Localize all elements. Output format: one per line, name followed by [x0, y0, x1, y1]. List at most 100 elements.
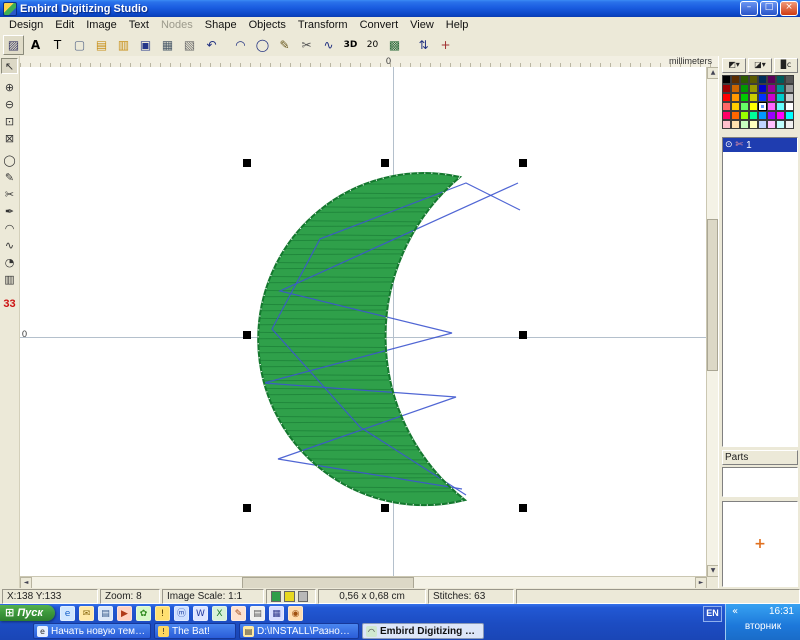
zoom-rect-tool[interactable]: ⊡ — [1, 114, 18, 130]
quicklaunch-notepad-icon[interactable]: ▤ — [250, 606, 265, 621]
arc-tool[interactable]: ◠ — [1, 221, 18, 237]
palette-color-41[interactable] — [731, 120, 740, 129]
pointer-tool[interactable]: ↖ — [1, 58, 18, 74]
quicklaunch-word-icon[interactable]: W — [193, 606, 208, 621]
menu-text[interactable]: Text — [123, 19, 155, 31]
quicklaunch-ie-icon[interactable]: e — [60, 606, 75, 621]
palette-color-13[interactable] — [767, 84, 776, 93]
palette-color-36[interactable] — [758, 111, 767, 120]
palette-color-35[interactable] — [749, 111, 758, 120]
quicklaunch-icq-icon[interactable]: ✿ — [136, 606, 151, 621]
palette-color-33[interactable] — [731, 111, 740, 120]
freehand-button[interactable]: ✎ — [274, 35, 295, 55]
minimize-button[interactable]: – — [740, 1, 758, 16]
task-thebat[interactable]: !The Bat! — [154, 623, 236, 639]
quicklaunch-msn-icon[interactable]: ⓜ — [174, 606, 189, 621]
task-embird[interactable]: ◠Embird Digitizing Stud... — [362, 623, 484, 639]
quicklaunch-media-player-icon[interactable]: ▶ — [117, 606, 132, 621]
cut-button[interactable]: ✂ — [296, 35, 317, 55]
palette-color-10[interactable] — [740, 84, 749, 93]
text-a-button[interactable]: A — [25, 35, 46, 55]
import-design-button[interactable]: ▥ — [113, 35, 134, 55]
palette-color-30[interactable] — [776, 102, 785, 111]
menu-design[interactable]: Design — [3, 19, 49, 31]
pencil-tool[interactable]: ✎ — [1, 170, 18, 186]
palette-color-26[interactable] — [740, 102, 749, 111]
palette-color-6[interactable] — [776, 75, 785, 84]
add-object-button[interactable]: + — [435, 35, 456, 55]
quicklaunch-calculator-icon[interactable]: ▦ — [269, 606, 284, 621]
selection-handle[interactable] — [519, 504, 527, 512]
palette-color-29[interactable] — [767, 102, 776, 111]
language-indicator[interactable]: EN — [703, 606, 722, 622]
palette-color-17[interactable] — [731, 93, 740, 102]
quicklaunch-paint-icon[interactable]: ✎ — [231, 606, 246, 621]
menu-view[interactable]: View — [404, 19, 440, 31]
palette-color-22[interactable] — [776, 93, 785, 102]
palette-color-1[interactable] — [731, 75, 740, 84]
wave-tool[interactable]: ∿ — [1, 238, 18, 254]
quicklaunch-winamp-icon[interactable]: ◉ — [288, 606, 303, 621]
parts-list[interactable] — [722, 467, 798, 497]
palette-color-20[interactable] — [758, 93, 767, 102]
palette-color-28[interactable] — [758, 102, 767, 111]
palette-color-12[interactable] — [758, 84, 767, 93]
palette-color-32[interactable] — [722, 111, 731, 120]
close-button[interactable]: × — [780, 1, 798, 16]
palette-color-21[interactable] — [767, 93, 776, 102]
thread-chart-button[interactable]: ◪▾ — [748, 58, 772, 73]
crescent-design[interactable] — [20, 67, 707, 577]
palette-color-34[interactable] — [740, 111, 749, 120]
selection-handle[interactable] — [381, 159, 389, 167]
save-design-button[interactable]: ▣ — [135, 35, 156, 55]
start-button[interactable]: ⊞Пуск — [0, 605, 55, 621]
menu-image[interactable]: Image — [80, 19, 123, 31]
scissors-tool[interactable]: ✂ — [1, 187, 18, 203]
selection-handle[interactable] — [243, 159, 251, 167]
palette-color-18[interactable] — [740, 93, 749, 102]
print-design-button[interactable]: ▦ — [157, 35, 178, 55]
palette-color-5[interactable] — [767, 75, 776, 84]
menu-convert[interactable]: Convert — [354, 19, 405, 31]
view-3d-button[interactable]: 3D — [340, 35, 361, 55]
palette-color-0[interactable] — [722, 75, 731, 84]
menu-shape[interactable]: Shape — [199, 19, 243, 31]
edit-nodes-button[interactable]: ◠ — [230, 35, 251, 55]
palette-color-43[interactable] — [749, 120, 758, 129]
palette-color-40[interactable] — [722, 120, 731, 129]
wave-button[interactable]: ∿ — [318, 35, 339, 55]
task-forum[interactable]: eНачать новую тему :: В... — [33, 623, 151, 639]
tray-chevron-icon[interactable]: « — [732, 606, 738, 617]
palette-color-24[interactable] — [722, 102, 731, 111]
zoom-in-tool[interactable]: ⊕ — [1, 80, 18, 96]
palette-color-9[interactable] — [731, 84, 740, 93]
selection-handle[interactable] — [243, 504, 251, 512]
palette-color-37[interactable] — [767, 111, 776, 120]
selection-handle[interactable] — [519, 159, 527, 167]
palette-color-31[interactable] — [785, 102, 794, 111]
palette-color-11[interactable] — [749, 84, 758, 93]
menu-nodes[interactable]: Nodes — [155, 19, 199, 31]
quicklaunch-outlook-icon[interactable]: ✉ — [79, 606, 94, 621]
palette-color-2[interactable] — [740, 75, 749, 84]
palette-color-3[interactable] — [749, 75, 758, 84]
palette-color-44[interactable] — [758, 120, 767, 129]
move-order-button[interactable]: ⇅ — [413, 35, 434, 55]
ellipse-select-tool[interactable]: ◯ — [1, 153, 18, 169]
palette-color-39[interactable] — [785, 111, 794, 120]
palette-color-15[interactable] — [785, 84, 794, 93]
palette-color-14[interactable] — [776, 84, 785, 93]
zoom-out-tool[interactable]: ⊖ — [1, 97, 18, 113]
thread-catalog-button[interactable]: ◩▾ — [722, 58, 746, 73]
circle-tool[interactable]: ◔ — [1, 255, 18, 271]
palette-color-16[interactable] — [722, 93, 731, 102]
visibility-icon[interactable]: ⊙ — [725, 140, 733, 150]
menu-transform[interactable]: Transform — [292, 19, 354, 31]
quicklaunch-show-desktop-icon[interactable]: ▤ — [98, 606, 113, 621]
horizontal-scrollbar[interactable]: ◄ ► — [20, 576, 707, 588]
quicklaunch-the-bat-icon[interactable]: ! — [155, 606, 170, 621]
selection-handle[interactable] — [381, 504, 389, 512]
select-mode-button[interactable]: ▨ — [3, 35, 24, 55]
text-t-button[interactable]: T — [47, 35, 68, 55]
menu-help[interactable]: Help — [440, 19, 475, 31]
